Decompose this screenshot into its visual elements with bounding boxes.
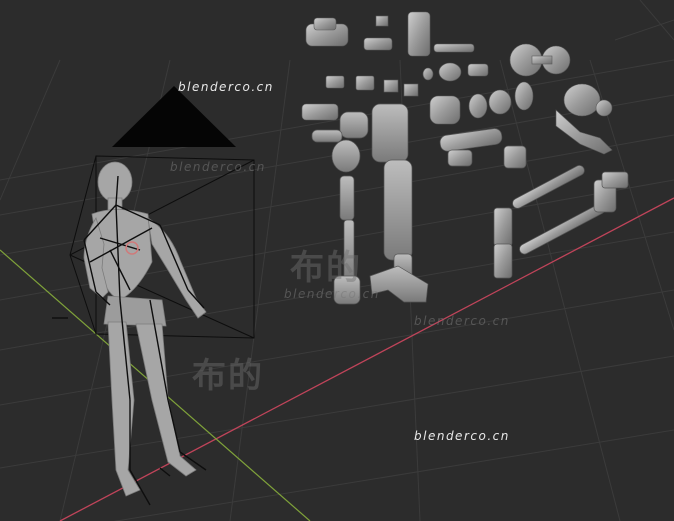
- watermark-site-top: blenderco.cn: [178, 80, 274, 94]
- watermark-cn-mid: 布的: [290, 248, 362, 288]
- watermark-cn-lower: 布的: [192, 356, 264, 396]
- watermark-site-right-faint: blenderco.cn: [414, 314, 510, 328]
- character-mesh: [83, 161, 207, 497]
- watermark-site-mid-faint: blenderco.cn: [284, 287, 380, 301]
- watermark-site-bottom: blenderco.cn: [414, 429, 510, 443]
- armature-character[interactable]: [52, 161, 207, 506]
- camera-up-triangle: [112, 86, 236, 147]
- parts-top-row: [305, 11, 571, 77]
- 3d-viewport[interactable]: blenderco.cn blenderco.cn blenderco.cn b…: [0, 0, 674, 521]
- watermark-site-top-faint: blenderco.cn: [170, 160, 266, 174]
